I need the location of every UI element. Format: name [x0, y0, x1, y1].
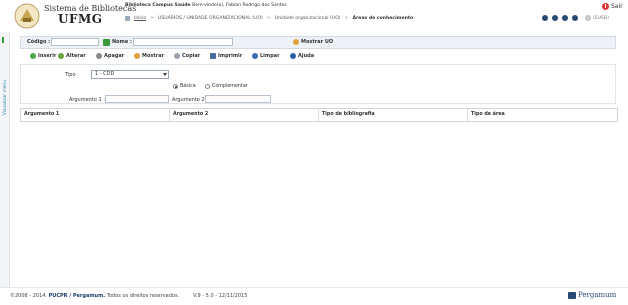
radio-complementar-dot[interactable]: [205, 84, 210, 89]
view-icon: [134, 53, 140, 59]
nome-label: Nome :: [112, 39, 132, 45]
question-icon: [290, 53, 296, 59]
argumento2-input[interactable]: [205, 95, 271, 103]
print-icon: [210, 53, 216, 59]
insert-label: Inserir: [38, 53, 57, 59]
column-header-tipo-area[interactable]: Tipo de área: [468, 109, 617, 121]
show-label: Mostrar: [142, 53, 165, 59]
tipo-label: Tipo: [65, 72, 76, 78]
results-table: Argumento 1 Argumento 2 Tipo de bibliogr…: [20, 108, 618, 122]
language-selector[interactable]: (EUSB): [585, 15, 609, 21]
company-link[interactable]: PUCPR / Pergamum.: [49, 293, 106, 299]
language-label: (EUSB): [593, 15, 609, 21]
help-icon[interactable]: [552, 15, 558, 21]
breadcrumb-current: Áreas de conhecimento: [352, 16, 414, 21]
welcome-text: Bem-vindo(a), Fabian Rodrigo dos Santos: [192, 3, 287, 8]
column-header-tipo-bibliografia[interactable]: Tipo de bibliografia: [319, 109, 468, 121]
radio-basica-dot[interactable]: [173, 84, 178, 89]
power-icon: [602, 3, 609, 10]
add-icon: [30, 53, 36, 59]
radio-complementar[interactable]: Complementar: [205, 84, 248, 89]
breadcrumb: Início > USUÁRIOS / UNIDADE ORGANIZACION…: [125, 16, 413, 21]
search-uo-icon[interactable]: [103, 39, 110, 46]
breadcrumb-separator: >: [266, 16, 271, 21]
library-name: Biblioteca Campus Saúde: [125, 3, 191, 8]
clear-button[interactable]: Limpar: [252, 53, 280, 59]
codigo-input[interactable]: [51, 38, 99, 46]
copy-button[interactable]: Copiar: [174, 53, 200, 59]
insert-button[interactable]: Inserir: [30, 53, 56, 59]
delete-label: Apagar: [104, 53, 125, 59]
info-icon[interactable]: [562, 15, 568, 21]
argumento2-label: Argumento 2 :: [172, 97, 208, 103]
globe-icon: [585, 15, 591, 21]
print-button[interactable]: Imprimir: [210, 53, 242, 59]
edit-button[interactable]: Alterar: [58, 53, 86, 59]
brand-institution: UFMG: [58, 12, 103, 26]
clear-label: Limpar: [260, 53, 280, 59]
breadcrumb-item-uo[interactable]: Unidade organizacional (UO): [275, 16, 341, 21]
pergamum-logo-icon: [568, 291, 576, 299]
ufmg-logo-icon: [14, 3, 40, 29]
breadcrumb-separator: >: [150, 16, 155, 21]
mostrar-uo-label: Mostrar UO: [301, 39, 334, 45]
copyright: ©2008 - 2014. PUCPR / Pergamum. Todos os…: [10, 293, 180, 299]
print-label: Imprimir: [218, 53, 243, 59]
footer: ©2008 - 2014. PUCPR / Pergamum. Todos os…: [10, 293, 247, 299]
side-menu-label[interactable]: Visualizar menu: [3, 80, 8, 115]
edit-icon: [58, 53, 64, 59]
breadcrumb-home[interactable]: Início: [134, 16, 146, 21]
filter-panel: Tipo 1 - CDD Básica Complementar Argumen…: [20, 64, 616, 104]
search-bar: Código : Nome : Mostrar UO: [20, 36, 616, 49]
clear-icon: [252, 53, 258, 59]
copy-icon: [174, 53, 180, 59]
delete-icon: [96, 53, 102, 59]
footer-divider: [0, 287, 628, 288]
side-menu-tab[interactable]: Visualizar menu: [0, 32, 10, 287]
app-window: Sistema de Bibliotecas UFMG Biblioteca C…: [0, 0, 628, 305]
content-area: [18, 124, 620, 280]
version: V.9 - 5.0 - 12/11/2015: [193, 293, 248, 299]
help-button[interactable]: Ajuda: [290, 53, 314, 59]
logout-label: Sair: [611, 3, 623, 10]
header-icons: [542, 15, 578, 21]
radio-complementar-label: Complementar: [212, 84, 248, 89]
pergamum-logo: Pergamum: [568, 291, 616, 299]
chevron-down-icon: [163, 73, 167, 76]
show-button[interactable]: Mostrar: [134, 53, 164, 59]
show-icon: [293, 39, 299, 45]
radio-basica-label: Básica: [180, 84, 196, 89]
logout-button[interactable]: Sair: [602, 3, 623, 10]
column-header-argumento1[interactable]: Argumento 1: [21, 109, 170, 121]
home-icon[interactable]: [125, 16, 130, 21]
tipo-select[interactable]: 1 - CDD: [91, 70, 169, 79]
edit-label: Alterar: [66, 53, 86, 59]
settings-icon[interactable]: [542, 15, 548, 21]
delete-button[interactable]: Apagar: [96, 53, 124, 59]
radio-basica[interactable]: Básica: [173, 84, 196, 89]
expand-arrow-icon[interactable]: [2, 37, 7, 43]
mail-icon[interactable]: [572, 15, 578, 21]
copy-label: Copiar: [182, 53, 201, 59]
library-info: Biblioteca Campus Saúde Bem-vindo(a), Fa…: [125, 3, 287, 8]
column-header-argumento2[interactable]: Argumento 2: [170, 109, 319, 121]
mostrar-uo-button[interactable]: Mostrar UO: [293, 39, 333, 45]
argumento1-input[interactable]: [105, 95, 169, 103]
tipo-selected-value: 1 - CDD: [95, 71, 115, 77]
codigo-label: Código :: [27, 39, 51, 45]
breadcrumb-item-users[interactable]: USUÁRIOS / UNIDADE ORGANIZACIONAL (UO): [158, 16, 263, 21]
help-label: Ajuda: [298, 53, 315, 59]
header: Sistema de Bibliotecas UFMG Biblioteca C…: [0, 0, 628, 30]
argumento1-label: Argumento 1 :: [69, 97, 105, 103]
breadcrumb-separator: >: [344, 16, 349, 21]
nome-input[interactable]: [133, 38, 233, 46]
pergamum-brand: Pergamum: [578, 291, 617, 299]
